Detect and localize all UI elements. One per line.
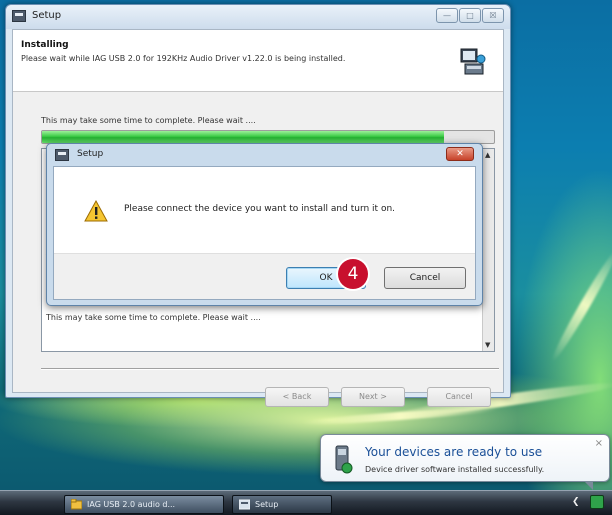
minimize-button[interactable]: —	[436, 8, 458, 23]
balloon-subtitle: Device driver software installed success…	[365, 465, 545, 474]
window-titlebar[interactable]: Setup — □ ☒	[6, 5, 510, 29]
scroll-up-icon[interactable]: ▲	[485, 151, 490, 159]
wizard-header: Installing Please wait while IAG USB 2.0…	[13, 30, 503, 92]
folder-icon	[71, 499, 82, 510]
show-hidden-icons-chevron-icon[interactable]: ❮	[572, 497, 580, 507]
dialog-cancel-button[interactable]: Cancel	[384, 267, 466, 289]
divider	[41, 368, 499, 370]
dialog-body: Please connect the device you want to in…	[53, 166, 476, 300]
notification-balloon[interactable]: Your devices are ready to use Device dri…	[320, 434, 610, 490]
maximize-button[interactable]: □	[459, 8, 481, 23]
taskbar-item-setup[interactable]: Setup	[232, 495, 332, 514]
dialog-close-button[interactable]: ✕	[446, 147, 474, 161]
wallpaper-streak	[548, 246, 612, 364]
cancel-button[interactable]: Cancel	[427, 387, 491, 407]
taskbar-item-label: IAG USB 2.0 audio d...	[87, 500, 176, 509]
window-title: Setup	[32, 10, 62, 21]
taskbar-item-label: Setup	[255, 500, 279, 509]
taskbar: IAG USB 2.0 audio d... Setup	[0, 490, 612, 515]
taskbar-item-audio-driver[interactable]: IAG USB 2.0 audio d...	[64, 495, 224, 514]
dialog-message: Please connect the device you want to in…	[124, 204, 396, 214]
installer-computer-icon	[460, 48, 486, 75]
caption-buttons: — □ ☒	[436, 8, 504, 23]
wizard-header-title: Installing	[21, 40, 69, 50]
dialog-app-icon	[55, 149, 69, 161]
log-scrollbar[interactable]: ▲ ▼	[482, 149, 494, 351]
setup-app-icon	[239, 499, 250, 510]
wizard-header-subtitle: Please wait while IAG USB 2.0 for 192KHz…	[21, 54, 346, 63]
setup-app-icon	[12, 10, 26, 22]
dialog-title: Setup	[77, 149, 104, 159]
dialog-footer: OK Cancel	[54, 253, 475, 299]
install-progress-bar	[41, 130, 495, 144]
scroll-down-icon[interactable]: ▼	[485, 341, 490, 349]
wallpaper-streak	[299, 405, 501, 427]
close-button[interactable]: ☒	[482, 8, 504, 23]
device-icon	[335, 445, 353, 474]
device-installer-tray-icon[interactable]	[590, 495, 604, 509]
connect-device-dialog: Setup ✕ Please connect the device you wa…	[46, 143, 483, 306]
back-button[interactable]: < Back	[265, 387, 329, 407]
install-progress-fill	[42, 131, 445, 143]
status-text: This may take some time to complete. Ple…	[41, 116, 256, 125]
warning-icon	[84, 200, 108, 222]
balloon-close-icon[interactable]: ×	[595, 438, 603, 449]
balloon-title: Your devices are ready to use	[365, 445, 543, 459]
step-number-badge: 4	[338, 259, 368, 289]
log-last-line: This may take some time to complete. Ple…	[46, 313, 261, 322]
next-button[interactable]: Next >	[341, 387, 405, 407]
